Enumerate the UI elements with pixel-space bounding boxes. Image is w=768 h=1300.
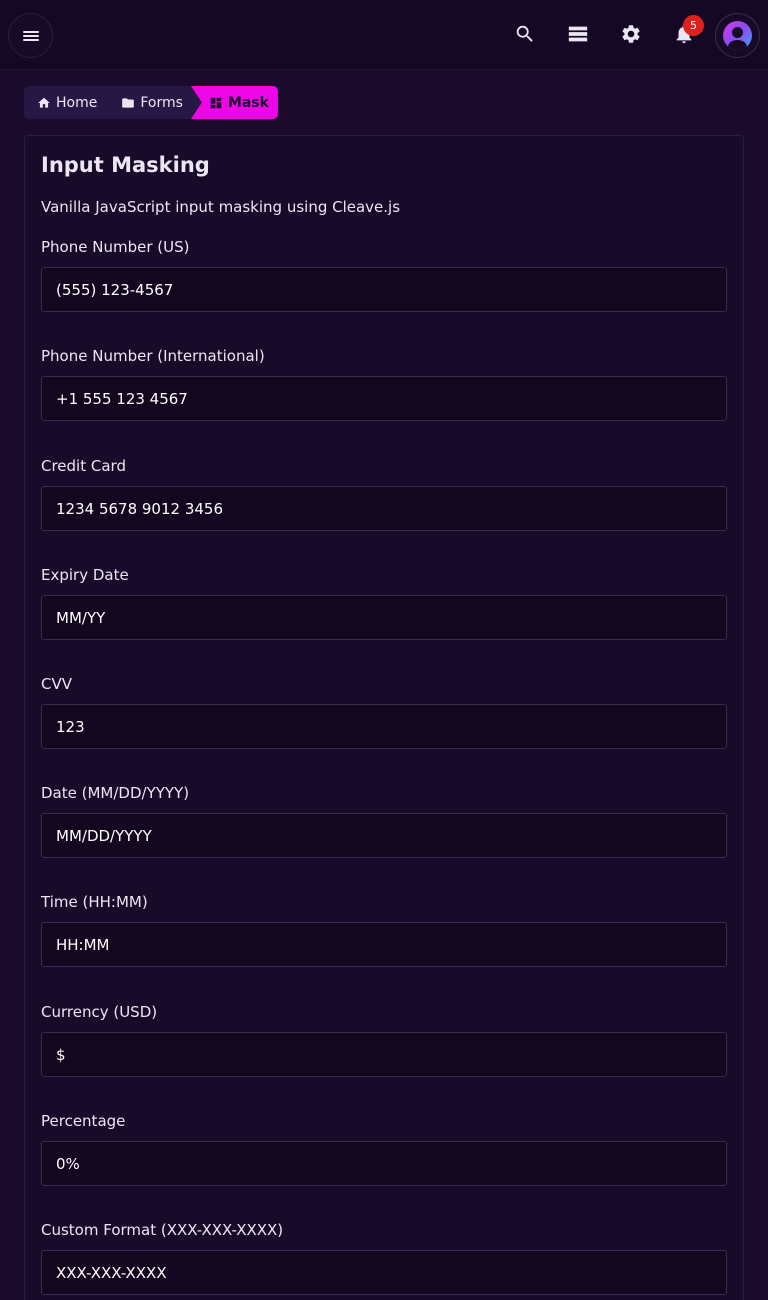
dashboard-icon <box>210 97 222 108</box>
date-label: Date (MM/DD/YYYY) <box>41 784 190 802</box>
breadcrumb-current-label: Mask <box>227 94 269 111</box>
breadcrumb-home-label: Home <box>56 94 98 111</box>
expiry-date-label: Expiry Date <box>41 566 129 584</box>
custom-format-label: Custom Format (XXX-XXX-XXXX) <box>41 1221 284 1239</box>
cvv-input[interactable] <box>41 704 727 749</box>
currency-label: Currency (USD) <box>41 1003 158 1021</box>
percentage-label: Percentage <box>41 1112 126 1130</box>
custom-format-input[interactable] <box>41 1250 727 1295</box>
percentage-input[interactable] <box>41 1141 727 1186</box>
cvv-label: CVV <box>41 675 72 693</box>
gear-icon <box>622 25 640 43</box>
breadcrumb-forms[interactable]: Forms <box>109 86 191 119</box>
currency-input[interactable] <box>41 1032 727 1077</box>
menu-button[interactable] <box>8 13 53 58</box>
storage-icon <box>568 26 588 42</box>
menu-icon <box>22 30 39 42</box>
breadcrumb-current: Mask <box>190 86 278 119</box>
card-description: Vanilla JavaScript input masking using C… <box>41 198 401 216</box>
credit-card-input[interactable] <box>41 486 727 531</box>
input-masking-card: Input Masking Vanilla JavaScript input m… <box>24 135 744 1300</box>
date-input[interactable] <box>41 813 727 858</box>
time-input[interactable] <box>41 922 727 967</box>
user-icon <box>723 21 752 50</box>
breadcrumb-forms-label: Forms <box>140 94 183 111</box>
user-avatar-button[interactable] <box>715 13 760 58</box>
card-title: Input Masking <box>41 153 210 177</box>
expiry-date-input[interactable] <box>41 595 727 640</box>
time-label: Time (HH:MM) <box>41 893 148 911</box>
search-icon <box>516 25 533 42</box>
phone-intl-label: Phone Number (International) <box>41 347 265 365</box>
credit-card-label: Credit Card <box>41 457 126 475</box>
phone-us-input[interactable] <box>41 267 727 312</box>
notification-badge: 5 <box>683 15 704 36</box>
search-button[interactable] <box>513 22 537 46</box>
breadcrumb-home[interactable]: Home <box>24 86 109 119</box>
breadcrumb: Home Forms Mask <box>24 86 278 119</box>
top-bar: 5 <box>0 0 768 70</box>
storage-button[interactable] <box>566 22 590 46</box>
home-icon <box>38 97 50 108</box>
folder-icon <box>122 97 135 108</box>
settings-button[interactable] <box>619 22 643 46</box>
phone-us-label: Phone Number (US) <box>41 238 190 256</box>
phone-intl-input[interactable] <box>41 376 727 421</box>
